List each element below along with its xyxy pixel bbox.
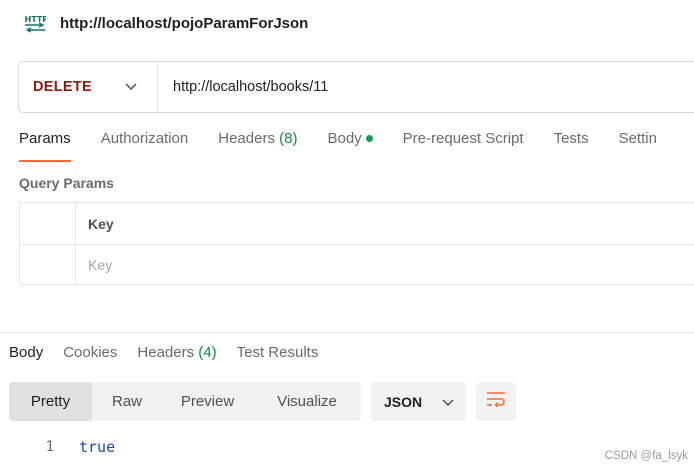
- tab-label: Tests: [553, 130, 589, 147]
- url-bar: DELETE http://localhost/books/11: [18, 61, 694, 113]
- postman-window: HTTP http://localhost/pojoParamForJson D…: [0, 0, 694, 470]
- tab-body[interactable]: Body: [327, 130, 373, 162]
- svg-text:HTTP: HTTP: [25, 15, 47, 24]
- checkbox-column: [20, 203, 76, 244]
- tab-label: Settin: [618, 130, 657, 147]
- url-input[interactable]: http://localhost/books/11: [158, 79, 328, 95]
- table-header-row: Key: [20, 203, 694, 244]
- wrap-lines-icon: [486, 391, 506, 412]
- tab-label: Body: [327, 130, 362, 147]
- tab-label: Params: [19, 130, 71, 147]
- watermark: CSDN @fa_lsyk: [604, 450, 688, 462]
- tab-pre-request-script[interactable]: Pre-request Script: [403, 130, 524, 162]
- request-tabs: Params Authorization Headers (8) Body Pr…: [19, 130, 694, 162]
- row-checkbox-cell: [20, 245, 76, 285]
- key-input[interactable]: Key: [76, 245, 694, 285]
- tab-label: Pre-request Script: [402, 130, 524, 147]
- request-title-bar: HTTP http://localhost/pojoParamForJson: [24, 11, 308, 35]
- request-title[interactable]: http://localhost/pojoParamForJson: [60, 15, 308, 32]
- chevron-down-icon: [442, 394, 454, 410]
- response-tab-cookies[interactable]: Cookies: [63, 344, 117, 372]
- view-visualize-button[interactable]: Visualize: [253, 382, 361, 421]
- tab-params[interactable]: Params: [19, 130, 71, 162]
- format-value: JSON: [384, 393, 423, 410]
- view-raw-button[interactable]: Raw: [92, 382, 162, 421]
- view-mode-group: Pretty Raw Preview Visualize: [9, 382, 361, 421]
- body-indicator-dot: [365, 134, 373, 142]
- tab-label: Authorization: [100, 130, 189, 147]
- tab-label: Headers: [137, 344, 195, 361]
- method-label: DELETE: [33, 79, 92, 95]
- view-pretty-button[interactable]: Pretty: [9, 382, 92, 421]
- response-headers-count: (4): [198, 344, 217, 361]
- response-tab-test-results[interactable]: Test Results: [237, 344, 319, 372]
- key-column-header: Key: [88, 215, 114, 232]
- table-row: Key: [20, 244, 694, 285]
- tab-headers[interactable]: Headers (8): [218, 130, 297, 162]
- wrap-lines-button[interactable]: [476, 382, 516, 421]
- chevron-down-icon: [125, 78, 137, 96]
- view-preview-button[interactable]: Preview: [162, 382, 253, 421]
- method-select[interactable]: DELETE: [19, 62, 158, 112]
- tab-tests[interactable]: Tests: [554, 130, 589, 162]
- tab-label: Headers: [218, 130, 275, 147]
- headers-count: (8): [279, 130, 298, 147]
- response-body-text: true: [79, 438, 116, 456]
- tab-settings[interactable]: Settin: [619, 130, 657, 162]
- query-params-heading: Query Params: [19, 175, 114, 191]
- line-number: 1: [45, 439, 54, 455]
- response-tabs: Body Cookies Headers (4) Test Results: [9, 344, 338, 372]
- tab-authorization[interactable]: Authorization: [101, 130, 189, 162]
- response-divider[interactable]: [0, 332, 694, 333]
- format-select[interactable]: JSON: [371, 382, 466, 421]
- http-icon: HTTP: [24, 11, 46, 35]
- response-tab-body[interactable]: Body: [9, 344, 43, 372]
- response-code-line: 1 true: [0, 437, 116, 457]
- query-params-table: Key Key: [19, 202, 694, 285]
- response-tab-headers[interactable]: Headers (4): [137, 344, 216, 372]
